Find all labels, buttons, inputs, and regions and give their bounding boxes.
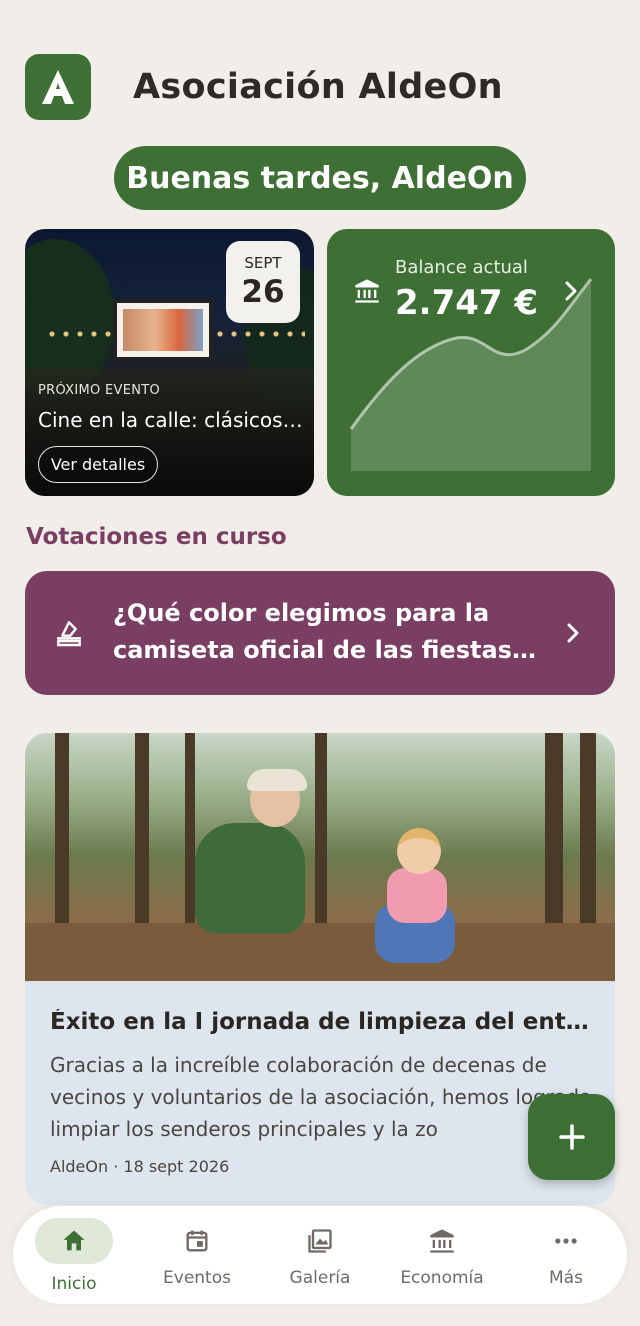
nav-label-economia: Economía	[400, 1268, 484, 1288]
add-fab-button[interactable]	[528, 1094, 615, 1180]
tree-trunk	[185, 733, 195, 933]
balance-label: Balance actual	[395, 257, 528, 278]
chevron-right-icon	[565, 281, 577, 301]
event-cinema-screen	[113, 299, 213, 361]
nav-label-inicio: Inicio	[51, 1274, 97, 1294]
nav-item-economia[interactable]: Economía	[387, 1218, 497, 1298]
nav-active-indicator	[35, 1218, 113, 1264]
event-day: 26	[241, 274, 285, 310]
app-logo	[25, 54, 91, 120]
nav-label-eventos: Eventos	[163, 1268, 231, 1288]
bank-icon	[355, 279, 379, 303]
tree-trunk	[135, 733, 149, 933]
tree-trunk	[580, 733, 596, 933]
nav-item-galeria[interactable]: Galería	[265, 1218, 375, 1298]
nav-item-eventos[interactable]: Eventos	[142, 1218, 252, 1298]
vote-question: ¿Qué color elegimos para la camiseta ofi…	[113, 599, 512, 664]
gallery-icon	[308, 1229, 332, 1253]
chevron-right-icon	[567, 623, 579, 643]
logo-a-icon	[42, 70, 74, 104]
news-card[interactable]: Éxito en la I jornada de limpieza del en…	[25, 733, 615, 1205]
home-icon	[63, 1230, 85, 1251]
event-title: Cine en la calle: clásicos ...	[38, 408, 304, 432]
balance-card[interactable]: Balance actual 2.747 €	[327, 229, 615, 496]
bottom-nav: Inicio Eventos Galería Economía Más	[13, 1206, 627, 1304]
news-image	[25, 733, 615, 981]
app-title: Asociación AldeOn	[133, 67, 503, 107]
news-body: Gracias a la increíble colaboración de d…	[50, 1053, 592, 1141]
news-image-ground	[25, 923, 615, 981]
votes-section-title: Votaciones en curso	[26, 524, 287, 550]
bank-icon	[430, 1229, 454, 1253]
news-title: Éxito en la I jornada de limpieza del en…	[50, 1009, 595, 1035]
app-header: Asociación AldeOn	[25, 54, 615, 120]
volunteer-cap	[247, 769, 307, 791]
event-details-button[interactable]: Ver detalles	[38, 446, 158, 483]
event-month: SEPT	[244, 254, 282, 272]
child-head	[397, 828, 441, 874]
nav-label-mas: Más	[549, 1268, 583, 1288]
event-date-badge: SEPT 26	[226, 241, 300, 323]
plus-icon	[558, 1124, 585, 1150]
tree-trunk	[315, 733, 327, 933]
calendar-icon	[186, 1230, 208, 1252]
vote-ballot-icon	[57, 621, 81, 647]
tree-trunk	[55, 733, 69, 933]
greeting-pill: Buenas tardes, AldeOn	[114, 146, 526, 210]
volunteer-figure	[195, 823, 305, 933]
event-screen-image	[123, 309, 203, 351]
vote-card[interactable]: ¿Qué color elegimos para la camiseta ofi…	[25, 571, 615, 695]
news-meta: AldeOn · 18 sept 2026	[50, 1157, 230, 1176]
tree-trunk	[545, 733, 563, 933]
nav-label-galeria: Galería	[289, 1268, 351, 1288]
more-icon	[555, 1238, 577, 1244]
nav-item-inicio[interactable]: Inicio	[19, 1218, 129, 1298]
event-eyebrow: PRÓXIMO EVENTO	[38, 383, 161, 398]
balance-value: 2.747 €	[395, 283, 539, 323]
child-shirt	[387, 868, 447, 923]
nav-item-mas[interactable]: Más	[511, 1218, 621, 1298]
